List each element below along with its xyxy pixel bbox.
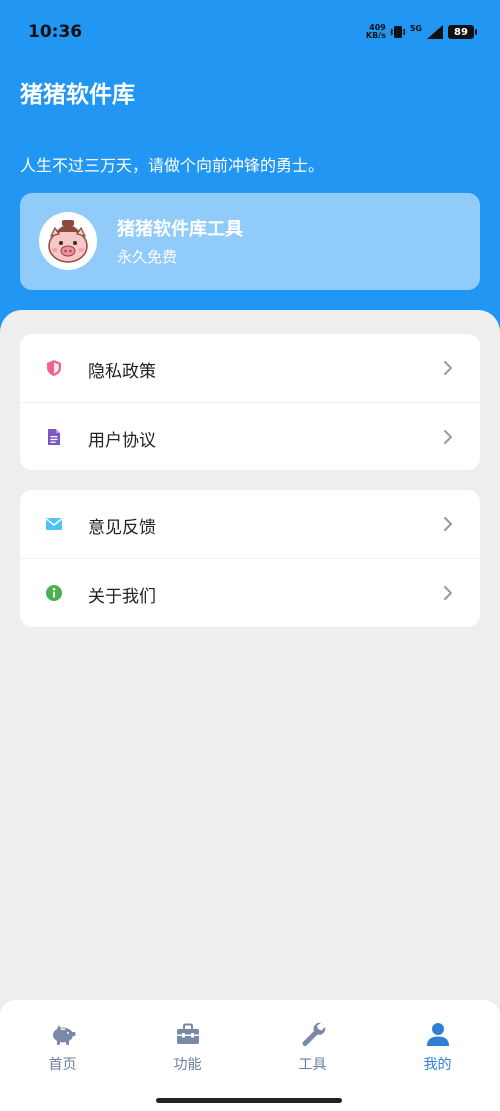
- menu-card-support: 意见反馈 关于我们: [20, 490, 480, 627]
- vibrate-icon: [390, 26, 406, 38]
- chevron-right-icon: [444, 361, 452, 375]
- header-banner: 10:36 409 KB/s 5G 89 猪猪软件库 人生不过三万天，请做个向前…: [0, 0, 500, 340]
- menu-item-label: 用户协议: [88, 431, 156, 451]
- menu-item-label: 意见反馈: [88, 518, 156, 538]
- shield-icon: [47, 360, 61, 376]
- info-icon: [46, 585, 62, 601]
- battery-icon: 89: [448, 25, 477, 39]
- net-speed: 409 KB/s: [366, 24, 386, 40]
- profile-subtitle: 永久免费: [117, 248, 178, 266]
- menu-item-feedback[interactable]: 意见反馈: [20, 490, 480, 558]
- toolbox-icon: [176, 1023, 199, 1044]
- profile-name: 猪猪软件库工具: [117, 219, 243, 240]
- menu-item-label: 关于我们: [88, 587, 156, 607]
- status-icons: 409 KB/s 5G 89: [366, 22, 477, 42]
- chevron-right-icon: [444, 430, 452, 444]
- user-icon: [426, 1023, 449, 1046]
- bottom-tab-bar: 首页 功能 工具 我的: [0, 1000, 500, 1111]
- app-title: 猪猪软件库: [20, 82, 135, 108]
- tab-features[interactable]: 功能: [125, 1020, 250, 1080]
- document-icon: [48, 429, 60, 445]
- home-indicator[interactable]: [156, 1098, 342, 1103]
- tab-home[interactable]: 首页: [0, 1020, 125, 1080]
- net-speed-unit: KB/s: [365, 31, 386, 40]
- menu-item-label: 隐私政策: [88, 362, 156, 382]
- mail-icon: [46, 518, 62, 530]
- piggy-bank-icon: [52, 1025, 75, 1045]
- network-type: 5G: [409, 23, 422, 33]
- status-time: 10:36: [28, 22, 83, 42]
- signal-icon: [427, 25, 443, 39]
- profile-card[interactable]: 猪猪软件库工具 永久免费: [20, 193, 480, 290]
- status-bar: 10:36 409 KB/s 5G 89: [0, 0, 500, 64]
- pig-avatar-icon: [39, 212, 97, 270]
- wrench-icon: [302, 1022, 325, 1046]
- tab-label: 工具: [298, 1057, 327, 1073]
- menu-card-legal: 隐私政策 用户协议: [20, 334, 480, 470]
- menu-item-privacy-policy[interactable]: 隐私政策: [20, 334, 480, 402]
- tab-label: 功能: [173, 1057, 202, 1073]
- tab-label: 我的: [423, 1057, 452, 1073]
- tab-label: 首页: [48, 1057, 77, 1073]
- chevron-right-icon: [444, 517, 452, 531]
- slogan-text: 人生不过三万天，请做个向前冲锋的勇士。: [20, 156, 325, 175]
- menu-item-about-us[interactable]: 关于我们: [20, 558, 480, 626]
- chevron-right-icon: [444, 586, 452, 600]
- tab-tools[interactable]: 工具: [250, 1020, 375, 1080]
- content-area: 隐私政策 用户协议 意见反馈 关于我们: [0, 310, 500, 1010]
- tab-mine[interactable]: 我的: [375, 1020, 500, 1080]
- menu-item-user-agreement[interactable]: 用户协议: [20, 402, 480, 470]
